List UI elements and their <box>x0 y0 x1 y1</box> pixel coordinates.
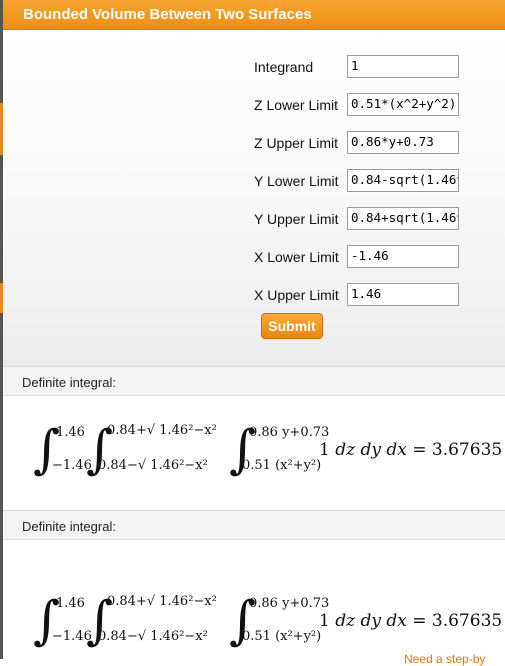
y-lower-bound: 0.84−√ 1.46²−x² <box>98 458 208 473</box>
result-pod: ∫ 1.46 −1.46 ∫ 0.84+√ 1.46²−x² 0.84−√ 1.… <box>3 540 505 659</box>
result-header: Definite integral: <box>3 366 505 396</box>
submit-button[interactable]: Submit <box>261 313 323 339</box>
integrand-label: Integrand <box>254 59 314 75</box>
integral-formula: ∫ 1.46 −1.46 ∫ 0.84+√ 1.46²−x² 0.84−√ 1.… <box>3 540 505 659</box>
z-upper-bound: 0.86 y+0.73 <box>249 596 330 611</box>
z-lower-bound: 0.51 (x²+y²) <box>242 629 322 644</box>
z-lower-limit-label: Z Lower Limit <box>254 97 339 113</box>
z-upper-limit-label: Z Upper Limit <box>254 135 339 151</box>
x-lower-limit-label: X Lower Limit <box>254 249 339 265</box>
integrand-expression: 1 dz dy dx = 3.67635 <box>319 611 503 631</box>
integral-formula: ∫ 1.46 −1.46 ∫ 0.84+√ 1.46²−x² 0.84−√ 1.… <box>3 396 505 510</box>
x-upper-limit-label: X Upper Limit <box>254 287 339 303</box>
x-upper-limit-input[interactable]: 1.46 <box>347 283 459 306</box>
x-upper-bound: 1.46 <box>56 425 85 440</box>
widget-title: Bounded Volume Between Two Surfaces <box>23 6 312 23</box>
result-header-label: Definite integral: <box>22 519 116 534</box>
x-lower-limit-input[interactable]: -1.46 <box>347 245 459 268</box>
x-upper-bound: 1.46 <box>56 596 85 611</box>
widget-title-bar: Bounded Volume Between Two Surfaces <box>3 0 505 30</box>
y-upper-limit-input[interactable]: 0.84+sqrt(1.46^2-x^2) <box>347 207 459 230</box>
z-upper-limit-input[interactable]: 0.86*y+0.73 <box>347 131 459 154</box>
result-header-label: Definite integral: <box>22 375 116 390</box>
y-lower-bound: 0.84−√ 1.46²−x² <box>98 629 208 644</box>
z-upper-bound: 0.86 y+0.73 <box>249 425 330 440</box>
input-form <box>3 30 505 360</box>
integrand-input[interactable]: 1 <box>347 55 459 78</box>
y-upper-limit-label: Y Upper Limit <box>254 211 339 227</box>
step-by-step-link[interactable]: Need a step-by <box>404 652 485 666</box>
result-pod: ∫ 1.46 −1.46 ∫ 0.84+√ 1.46²−x² 0.84−√ 1.… <box>3 396 505 510</box>
y-lower-limit-input[interactable]: 0.84-sqrt(1.46^2-x^2) <box>347 169 459 192</box>
z-lower-bound: 0.51 (x²+y²) <box>242 458 322 473</box>
integrand-expression: 1 dz dy dx = 3.67635 <box>319 440 503 460</box>
result-header: Definite integral: <box>3 510 505 540</box>
z-lower-limit-input[interactable]: 0.51*(x^2+y^2) <box>347 93 459 116</box>
y-upper-bound: 0.84+√ 1.46²−x² <box>107 594 217 609</box>
y-lower-limit-label: Y Lower Limit <box>254 173 339 189</box>
y-upper-bound: 0.84+√ 1.46²−x² <box>107 423 217 438</box>
